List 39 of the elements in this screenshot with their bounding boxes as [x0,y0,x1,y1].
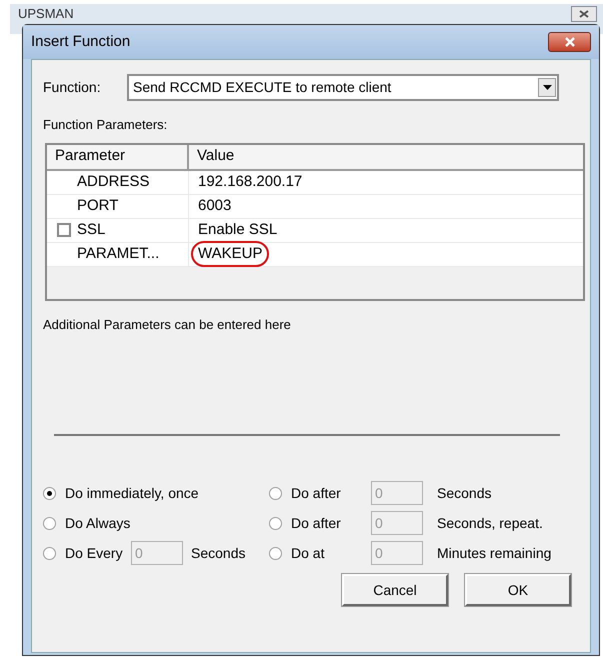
dropdown-arrow-icon [542,85,552,90]
function-label: Function: [43,78,102,97]
close-icon[interactable] [579,10,589,18]
option-label: Do Always [65,514,130,533]
table-cell-text: SSL [77,220,106,240]
dialog-title: Insert Function [31,32,130,52]
column-header[interactable]: Parameter [47,144,189,168]
option-label: Do after [291,484,342,502]
close-icon [564,37,576,47]
radio-button[interactable] [269,516,282,530]
radio-button[interactable] [269,486,282,500]
table-cell-text: PORT [77,196,118,216]
section-label: Function Parameters: [43,116,168,134]
option-label: Do Every [65,544,124,563]
radio-button[interactable] [43,516,56,530]
dialog-button[interactable]: Cancel [342,574,448,606]
unit-label: Seconds [191,544,246,562]
table-cell-text: 192.168.200.17 [197,172,304,192]
dialog-button[interactable]: OK [465,574,571,606]
option-label: Do after [291,514,342,532]
radio-button[interactable] [269,546,282,560]
table-cell-text: Enable SSL [197,220,278,240]
table-cell-text: ADDRESS [77,172,150,192]
checkbox[interactable] [57,223,71,237]
radio-button[interactable] [43,486,56,500]
option-label: Do at [291,544,326,562]
hint-text: Additional Parameters can be entered here [43,316,292,334]
unit-label: Seconds, repeat. [437,514,543,533]
radio-button[interactable] [43,546,56,560]
unit-label: Seconds [437,484,492,502]
table-cell-text: 6003 [197,196,232,216]
function-dropdown[interactable]: Send RCCMD EXECUTE to remote client [127,74,559,101]
close-button[interactable] [548,32,591,52]
table-cell: WAKEUP [191,240,270,268]
table-cell-text: PARAMET... [77,244,160,264]
column-header[interactable]: Value [189,144,583,168]
window-title: UPSMAN [18,7,74,20]
option-label: Do immediately, once [65,484,199,503]
unit-label: Minutes remaining [437,544,552,563]
